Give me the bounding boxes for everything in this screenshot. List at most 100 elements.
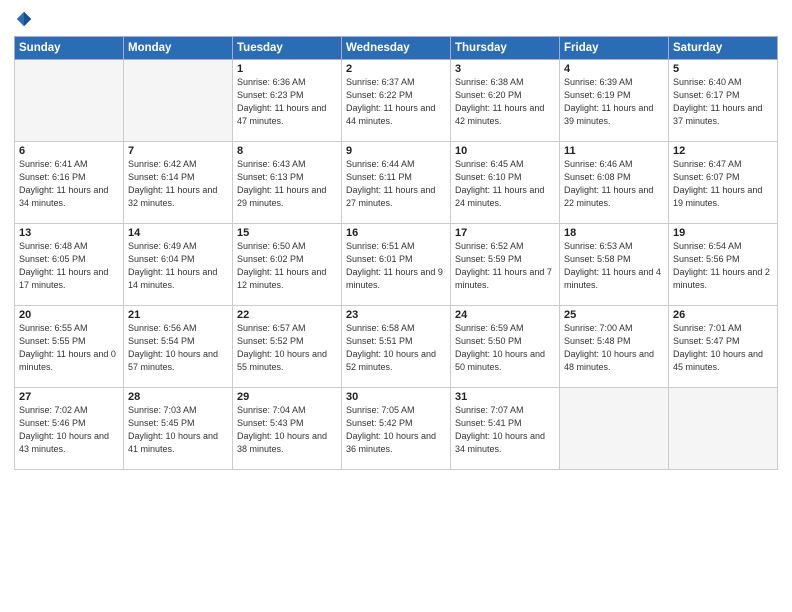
calendar-week-row: 20Sunrise: 6:55 AM Sunset: 5:55 PM Dayli…: [15, 306, 778, 388]
calendar-cell: 25Sunrise: 7:00 AM Sunset: 5:48 PM Dayli…: [560, 306, 669, 388]
day-info: Sunrise: 6:58 AM Sunset: 5:51 PM Dayligh…: [346, 322, 446, 374]
calendar-cell: 27Sunrise: 7:02 AM Sunset: 5:46 PM Dayli…: [15, 388, 124, 470]
calendar-cell: 26Sunrise: 7:01 AM Sunset: 5:47 PM Dayli…: [669, 306, 778, 388]
weekday-header-row: Sunday Monday Tuesday Wednesday Thursday…: [15, 37, 778, 60]
header-monday: Monday: [124, 37, 233, 60]
day-number: 21: [128, 309, 228, 321]
header-tuesday: Tuesday: [233, 37, 342, 60]
day-info: Sunrise: 6:51 AM Sunset: 6:01 PM Dayligh…: [346, 240, 446, 292]
calendar-cell: 4Sunrise: 6:39 AM Sunset: 6:19 PM Daylig…: [560, 60, 669, 142]
calendar-week-row: 1Sunrise: 6:36 AM Sunset: 6:23 PM Daylig…: [15, 60, 778, 142]
calendar-cell: 22Sunrise: 6:57 AM Sunset: 5:52 PM Dayli…: [233, 306, 342, 388]
day-info: Sunrise: 6:59 AM Sunset: 5:50 PM Dayligh…: [455, 322, 555, 374]
logo-icon: [15, 10, 33, 28]
calendar-cell: 10Sunrise: 6:45 AM Sunset: 6:10 PM Dayli…: [451, 142, 560, 224]
calendar-cell: 23Sunrise: 6:58 AM Sunset: 5:51 PM Dayli…: [342, 306, 451, 388]
header-thursday: Thursday: [451, 37, 560, 60]
day-number: 19: [673, 227, 773, 239]
day-number: 12: [673, 145, 773, 157]
day-number: 2: [346, 63, 446, 75]
day-info: Sunrise: 6:43 AM Sunset: 6:13 PM Dayligh…: [237, 158, 337, 210]
calendar-cell: 30Sunrise: 7:05 AM Sunset: 5:42 PM Dayli…: [342, 388, 451, 470]
calendar-cell: 19Sunrise: 6:54 AM Sunset: 5:56 PM Dayli…: [669, 224, 778, 306]
calendar-week-row: 13Sunrise: 6:48 AM Sunset: 6:05 PM Dayli…: [15, 224, 778, 306]
day-info: Sunrise: 7:07 AM Sunset: 5:41 PM Dayligh…: [455, 404, 555, 456]
calendar-cell: 1Sunrise: 6:36 AM Sunset: 6:23 PM Daylig…: [233, 60, 342, 142]
day-info: Sunrise: 6:38 AM Sunset: 6:20 PM Dayligh…: [455, 76, 555, 128]
calendar-week-row: 6Sunrise: 6:41 AM Sunset: 6:16 PM Daylig…: [15, 142, 778, 224]
calendar-cell: 3Sunrise: 6:38 AM Sunset: 6:20 PM Daylig…: [451, 60, 560, 142]
day-number: 26: [673, 309, 773, 321]
calendar-cell: 12Sunrise: 6:47 AM Sunset: 6:07 PM Dayli…: [669, 142, 778, 224]
calendar-week-row: 27Sunrise: 7:02 AM Sunset: 5:46 PM Dayli…: [15, 388, 778, 470]
day-number: 14: [128, 227, 228, 239]
day-info: Sunrise: 6:53 AM Sunset: 5:58 PM Dayligh…: [564, 240, 664, 292]
day-info: Sunrise: 6:48 AM Sunset: 6:05 PM Dayligh…: [19, 240, 119, 292]
day-info: Sunrise: 6:37 AM Sunset: 6:22 PM Dayligh…: [346, 76, 446, 128]
calendar-cell: [124, 60, 233, 142]
day-info: Sunrise: 7:02 AM Sunset: 5:46 PM Dayligh…: [19, 404, 119, 456]
day-number: 28: [128, 391, 228, 403]
calendar-cell: [560, 388, 669, 470]
day-info: Sunrise: 6:42 AM Sunset: 6:14 PM Dayligh…: [128, 158, 228, 210]
day-number: 31: [455, 391, 555, 403]
calendar-cell: 18Sunrise: 6:53 AM Sunset: 5:58 PM Dayli…: [560, 224, 669, 306]
day-info: Sunrise: 6:47 AM Sunset: 6:07 PM Dayligh…: [673, 158, 773, 210]
calendar-cell: 8Sunrise: 6:43 AM Sunset: 6:13 PM Daylig…: [233, 142, 342, 224]
calendar-cell: [669, 388, 778, 470]
day-info: Sunrise: 6:55 AM Sunset: 5:55 PM Dayligh…: [19, 322, 119, 374]
day-number: 5: [673, 63, 773, 75]
calendar: Sunday Monday Tuesday Wednesday Thursday…: [14, 36, 778, 470]
calendar-cell: 7Sunrise: 6:42 AM Sunset: 6:14 PM Daylig…: [124, 142, 233, 224]
header-wednesday: Wednesday: [342, 37, 451, 60]
day-number: 27: [19, 391, 119, 403]
day-number: 9: [346, 145, 446, 157]
calendar-cell: 20Sunrise: 6:55 AM Sunset: 5:55 PM Dayli…: [15, 306, 124, 388]
day-info: Sunrise: 7:04 AM Sunset: 5:43 PM Dayligh…: [237, 404, 337, 456]
day-info: Sunrise: 6:56 AM Sunset: 5:54 PM Dayligh…: [128, 322, 228, 374]
calendar-cell: 17Sunrise: 6:52 AM Sunset: 5:59 PM Dayli…: [451, 224, 560, 306]
day-info: Sunrise: 6:39 AM Sunset: 6:19 PM Dayligh…: [564, 76, 664, 128]
day-info: Sunrise: 6:46 AM Sunset: 6:08 PM Dayligh…: [564, 158, 664, 210]
calendar-cell: 2Sunrise: 6:37 AM Sunset: 6:22 PM Daylig…: [342, 60, 451, 142]
day-info: Sunrise: 6:52 AM Sunset: 5:59 PM Dayligh…: [455, 240, 555, 292]
logo-text: [14, 10, 34, 28]
day-info: Sunrise: 6:57 AM Sunset: 5:52 PM Dayligh…: [237, 322, 337, 374]
day-number: 11: [564, 145, 664, 157]
day-number: 30: [346, 391, 446, 403]
day-number: 23: [346, 309, 446, 321]
calendar-cell: 16Sunrise: 6:51 AM Sunset: 6:01 PM Dayli…: [342, 224, 451, 306]
calendar-cell: 15Sunrise: 6:50 AM Sunset: 6:02 PM Dayli…: [233, 224, 342, 306]
day-info: Sunrise: 6:54 AM Sunset: 5:56 PM Dayligh…: [673, 240, 773, 292]
calendar-cell: 6Sunrise: 6:41 AM Sunset: 6:16 PM Daylig…: [15, 142, 124, 224]
day-number: 17: [455, 227, 555, 239]
calendar-cell: 5Sunrise: 6:40 AM Sunset: 6:17 PM Daylig…: [669, 60, 778, 142]
header-friday: Friday: [560, 37, 669, 60]
day-number: 16: [346, 227, 446, 239]
day-number: 29: [237, 391, 337, 403]
day-info: Sunrise: 6:50 AM Sunset: 6:02 PM Dayligh…: [237, 240, 337, 292]
day-info: Sunrise: 6:44 AM Sunset: 6:11 PM Dayligh…: [346, 158, 446, 210]
day-number: 10: [455, 145, 555, 157]
day-number: 3: [455, 63, 555, 75]
day-number: 22: [237, 309, 337, 321]
day-number: 20: [19, 309, 119, 321]
logo: [14, 10, 34, 28]
header-saturday: Saturday: [669, 37, 778, 60]
calendar-cell: 11Sunrise: 6:46 AM Sunset: 6:08 PM Dayli…: [560, 142, 669, 224]
day-number: 15: [237, 227, 337, 239]
day-number: 6: [19, 145, 119, 157]
day-info: Sunrise: 7:05 AM Sunset: 5:42 PM Dayligh…: [346, 404, 446, 456]
header: [14, 10, 778, 28]
day-number: 8: [237, 145, 337, 157]
day-info: Sunrise: 7:01 AM Sunset: 5:47 PM Dayligh…: [673, 322, 773, 374]
day-number: 24: [455, 309, 555, 321]
day-info: Sunrise: 6:45 AM Sunset: 6:10 PM Dayligh…: [455, 158, 555, 210]
day-info: Sunrise: 6:40 AM Sunset: 6:17 PM Dayligh…: [673, 76, 773, 128]
calendar-cell: 9Sunrise: 6:44 AM Sunset: 6:11 PM Daylig…: [342, 142, 451, 224]
day-number: 18: [564, 227, 664, 239]
calendar-cell: 21Sunrise: 6:56 AM Sunset: 5:54 PM Dayli…: [124, 306, 233, 388]
header-sunday: Sunday: [15, 37, 124, 60]
day-number: 1: [237, 63, 337, 75]
calendar-cell: 13Sunrise: 6:48 AM Sunset: 6:05 PM Dayli…: [15, 224, 124, 306]
